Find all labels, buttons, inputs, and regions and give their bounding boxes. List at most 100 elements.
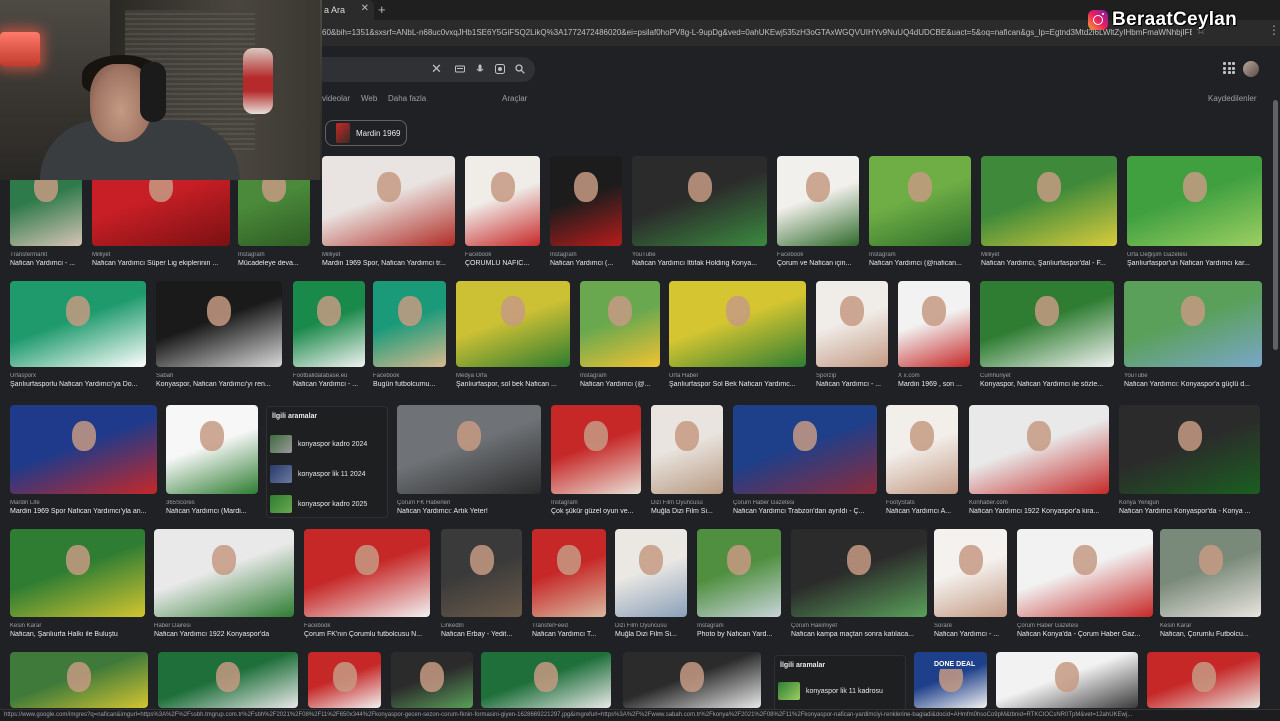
result-image[interactable]	[465, 156, 540, 246]
result-image[interactable]	[456, 281, 570, 367]
result-title[interactable]: Nafican Yardımcı Konyaspor'da - Konya ..…	[1119, 508, 1260, 515]
result-image[interactable]	[1017, 529, 1153, 617]
result-title[interactable]: Nafican, Şanlıurfa Halkı ile Buluştu	[10, 631, 145, 638]
scrollbar[interactable]	[1273, 100, 1278, 350]
result-image[interactable]	[934, 529, 1007, 617]
apps-grid-icon[interactable]	[1223, 62, 1235, 74]
result-image[interactable]	[669, 281, 806, 367]
result-image[interactable]	[10, 281, 146, 367]
result-title[interactable]: Nafican Yardımcı - ...	[10, 260, 82, 267]
search-icon[interactable]	[515, 64, 525, 74]
result-image[interactable]	[733, 405, 877, 494]
tab-tools[interactable]: Araçlar	[502, 94, 527, 103]
result-image[interactable]	[1119, 405, 1260, 494]
saved-button[interactable]: Kaydedilenler	[1208, 94, 1256, 103]
result-image[interactable]	[10, 652, 148, 708]
result-image[interactable]	[322, 156, 455, 246]
result-title[interactable]: Muğla Dizi Film Si...	[651, 508, 723, 515]
microphone-icon[interactable]	[475, 64, 485, 74]
result-title[interactable]: Nafican Yardımcı - ...	[293, 381, 365, 388]
result-title[interactable]: Konyaspor, Nafican Yardımcı ile sözle...	[980, 381, 1114, 388]
result-image[interactable]	[777, 156, 859, 246]
result-image[interactable]	[551, 405, 641, 494]
result-image[interactable]	[981, 156, 1117, 246]
result-title[interactable]: Mücadeleye deva...	[238, 260, 310, 267]
result-title[interactable]: Nafican Yardımcı: Artık Yeter!	[397, 508, 541, 515]
result-title[interactable]: Nafican Yardımcı Süper Lig ekiplerinin .…	[92, 260, 230, 267]
result-image[interactable]	[791, 529, 927, 617]
result-title[interactable]: Nafican Yardımcı - ...	[934, 631, 1007, 638]
result-image[interactable]	[441, 529, 522, 617]
result-image[interactable]	[1147, 652, 1260, 708]
new-tab-icon[interactable]: +	[378, 2, 386, 17]
result-title[interactable]: Nafican, Çorumlu Futbolcu...	[1160, 631, 1261, 638]
clear-search-icon[interactable]: ✕	[431, 61, 442, 77]
result-title[interactable]: Çorum ve Nafican için...	[777, 260, 859, 267]
result-image[interactable]	[580, 281, 660, 367]
result-title[interactable]: Mardin 1969 , son ...	[898, 381, 970, 388]
tab-web[interactable]: Web	[361, 94, 377, 103]
result-title[interactable]: Nafican kampa maçtan sonra katılaca...	[791, 631, 927, 638]
result-image[interactable]	[697, 529, 781, 617]
result-title[interactable]: Muğla Dizi Film Si...	[615, 631, 687, 638]
result-image[interactable]	[154, 529, 294, 617]
result-title[interactable]: Çok şükür güzel oyun ve...	[551, 508, 641, 515]
result-title[interactable]: Nafican Yardımcı İttifak Holding Konya..…	[632, 260, 767, 267]
result-image[interactable]	[158, 652, 298, 708]
filter-chip[interactable]: Mardin 1969	[325, 120, 407, 146]
related-item[interactable]: konyaspor kadro 2025	[270, 493, 382, 515]
menu-dots-icon[interactable]: ⋮	[1268, 23, 1280, 37]
result-image[interactable]	[886, 405, 958, 494]
result-image[interactable]	[816, 281, 888, 367]
close-tab-icon[interactable]: ✕	[361, 3, 369, 14]
result-title[interactable]: Bugün futbolcumu...	[373, 381, 446, 388]
result-image[interactable]	[304, 529, 430, 617]
result-title[interactable]: Nafican Yardımcı Trabzon'dan ayrıldı - Ç…	[733, 508, 877, 515]
related-item[interactable]: konyaspor kadro 2024	[270, 433, 382, 455]
result-image[interactable]	[293, 281, 365, 367]
result-title[interactable]: Nafican Yardımcı T...	[532, 631, 606, 638]
result-image[interactable]	[980, 281, 1114, 367]
avatar[interactable]	[1243, 61, 1259, 77]
result-image[interactable]	[391, 652, 473, 708]
tab-videos[interactable]: videolar	[322, 94, 350, 103]
result-image[interactable]	[550, 156, 622, 246]
result-image[interactable]	[532, 529, 606, 617]
result-image[interactable]	[623, 652, 761, 708]
lens-icon[interactable]	[495, 64, 505, 74]
result-image[interactable]	[156, 281, 282, 367]
result-title[interactable]: Photo by Nafican Yard...	[697, 631, 781, 638]
result-title[interactable]: Nafican Yardımcı (...	[550, 260, 622, 267]
result-title[interactable]: Mardin 1969 Spor Nafican Yardımcı'yla an…	[10, 508, 157, 515]
result-title[interactable]: Nafican Yardımcı A...	[886, 508, 958, 515]
browser-tab[interactable]: a Ara ✕	[318, 0, 374, 20]
result-title[interactable]: Nafican Yardımcı (@nafican...	[869, 260, 971, 267]
result-title[interactable]: Nafican Yardımcı: Konyaspor'a güçlü d...	[1124, 381, 1262, 388]
result-title[interactable]: Mardin 1969 Spor, Nafican Yardımcı tr...	[322, 260, 455, 267]
result-title[interactable]: Nafican Yardımcı 1922 Konyaspor'da	[154, 631, 294, 638]
result-title[interactable]: Nafican Konya'da - Çorum Haber Gaz...	[1017, 631, 1153, 638]
result-image[interactable]	[632, 156, 767, 246]
result-image[interactable]	[969, 405, 1109, 494]
result-title[interactable]: Nafican Yardımcı - ...	[816, 381, 888, 388]
result-title[interactable]: Nafican Erbay - Yedit...	[441, 631, 522, 638]
result-title[interactable]: ÇORUMLU NAFİC...	[465, 260, 540, 267]
result-title[interactable]: Şanlıurfaspor Sol Bek Nafican Yardımc...	[669, 381, 806, 388]
result-image[interactable]	[1124, 281, 1262, 367]
result-image[interactable]	[481, 652, 611, 708]
result-image[interactable]	[166, 405, 258, 494]
result-image[interactable]	[996, 652, 1138, 708]
search-box[interactable]: ✕	[300, 57, 535, 82]
related-item[interactable]: konyaspor lik 11 kadrosu	[778, 680, 890, 702]
result-image[interactable]	[10, 529, 145, 617]
result-title[interactable]: Nafican Yardımcı, Şanlıurfaspor'dal - F.…	[981, 260, 1117, 267]
result-image[interactable]	[10, 405, 157, 494]
result-image[interactable]	[308, 652, 381, 708]
result-title[interactable]: Şanlıurfaspor'un Nafican Yardımcı kar...	[1127, 260, 1262, 267]
result-image[interactable]	[651, 405, 723, 494]
result-title[interactable]: Çorum FK'nın Çorumlu futbolcusu N...	[304, 631, 430, 638]
related-item[interactable]: konyaspor lik 11 2024	[270, 463, 382, 485]
result-title[interactable]: Şanlıurfaspor, sol bek Nafican ...	[456, 381, 570, 388]
result-image[interactable]	[898, 281, 970, 367]
result-image[interactable]	[615, 529, 687, 617]
